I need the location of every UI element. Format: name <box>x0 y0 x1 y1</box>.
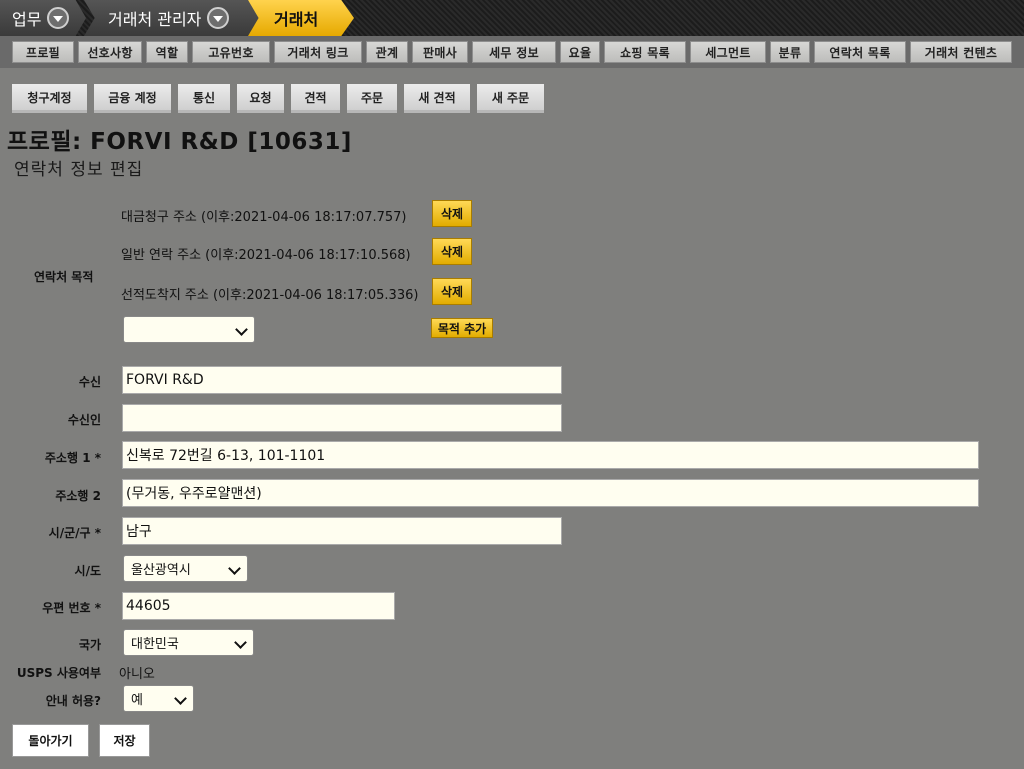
city-input[interactable]: 남구 <box>122 517 562 545</box>
purpose-item-billing: 대금청구 주소 (이후:2021-04-06 18:17:07.757) <box>121 210 407 225</box>
address2-label: 주소행 2 <box>55 489 101 503</box>
tab-party-content[interactable]: 거래처 컨텐츠 <box>910 41 1012 63</box>
purpose-item-general: 일반 연락 주소 (이후:2021-04-06 18:17:10.568) <box>121 248 411 263</box>
chevron-down-icon <box>235 323 248 336</box>
state-select-value: 울산광역시 <box>131 563 191 578</box>
city-label: 시/군/구 * <box>48 526 101 540</box>
allow-solicitation-value: 예 <box>131 693 143 708</box>
purpose-select[interactable] <box>123 316 255 343</box>
chevron-down-icon[interactable] <box>47 7 70 29</box>
allow-solicitation-select[interactable]: 예 <box>123 685 194 712</box>
chevron-down-icon <box>228 562 241 575</box>
delete-purpose-button[interactable]: 삭제 <box>432 238 472 265</box>
financial-account-button[interactable]: 금융 계정 <box>94 84 171 113</box>
tab-rates[interactable]: 요율 <box>560 41 600 63</box>
tab-profile[interactable]: 프로필 <box>12 41 74 63</box>
tab-relationships[interactable]: 관계 <box>366 41 408 63</box>
breadcrumb-item-business[interactable]: 업무 <box>0 0 86 36</box>
tab-tax-info[interactable]: 세무 정보 <box>472 41 556 63</box>
tab-classification[interactable]: 분류 <box>770 41 810 63</box>
delete-purpose-button[interactable]: 삭제 <box>432 200 472 227</box>
country-select[interactable]: 대한민국 <box>123 629 254 656</box>
page-subtitle: 연락처 정보 편집 <box>14 160 144 180</box>
tab-shopping-list[interactable]: 쇼핑 목록 <box>604 41 686 63</box>
billing-account-button[interactable]: 청구계정 <box>12 84 87 113</box>
tab-roles[interactable]: 역할 <box>146 41 188 63</box>
new-quote-button[interactable]: 새 견적 <box>404 84 470 113</box>
tab-vendor[interactable]: 판매사 <box>412 41 468 63</box>
delete-purpose-button[interactable]: 삭제 <box>432 278 472 305</box>
chevron-down-icon[interactable] <box>207 7 230 29</box>
requests-button[interactable]: 요청 <box>237 84 284 113</box>
tab-identification[interactable]: 고유번호 <box>192 41 270 63</box>
breadcrumb-item-current[interactable]: 거래처 <box>248 0 354 36</box>
tab-contact-list[interactable]: 연락처 목록 <box>814 41 906 63</box>
add-purpose-button[interactable]: 목적 추가 <box>431 318 493 338</box>
quotes-button[interactable]: 견적 <box>291 84 340 113</box>
address2-input[interactable]: (무거동, 우주로얄맨션) <box>122 479 979 507</box>
chevron-down-icon <box>234 636 247 649</box>
to-name-input[interactable]: FORVI R&D <box>122 366 562 394</box>
chevron-down-icon <box>174 692 187 705</box>
postal-code-input[interactable]: 44605 <box>122 592 395 620</box>
breadcrumb: 업무 거래처 관리자 거래처 <box>0 0 1024 36</box>
breadcrumb-item-manager[interactable]: 거래처 관리자 <box>84 0 262 36</box>
tab-segment[interactable]: 세그먼트 <box>690 41 766 63</box>
postal-code-label: 우편 번호 * <box>42 601 101 615</box>
purpose-item-shipping: 선적도착지 주소 (이후:2021-04-06 18:17:05.336) <box>121 288 419 303</box>
address1-input[interactable]: 신복로 72번길 6-13, 101-1101 <box>122 441 979 469</box>
state-label: 시/도 <box>74 564 101 578</box>
back-button[interactable]: 돌아가기 <box>12 724 89 757</box>
to-name-label: 수신 <box>78 375 101 389</box>
attn-name-input[interactable] <box>122 404 562 432</box>
breadcrumb-label: 업무 <box>12 10 42 29</box>
address1-label: 주소행 1 * <box>44 451 101 465</box>
allow-solicitation-label: 안내 허용? <box>45 694 101 708</box>
country-select-value: 대한민국 <box>131 637 179 652</box>
page-title: 프로필: FORVI R&D [10631] <box>7 129 352 155</box>
communication-button[interactable]: 통신 <box>178 84 230 113</box>
save-button[interactable]: 저장 <box>99 724 150 757</box>
state-select[interactable]: 울산광역시 <box>123 555 248 582</box>
purpose-label: 연락처 목적 <box>34 270 94 284</box>
tab-party-link[interactable]: 거래처 링크 <box>274 41 362 63</box>
country-label: 국가 <box>78 638 101 652</box>
breadcrumb-label: 거래처 관리자 <box>108 10 202 29</box>
tab-preferences[interactable]: 선호사항 <box>78 41 142 63</box>
usps-label: USPS 사용여부 <box>16 666 101 680</box>
usps-value: 아니오 <box>119 667 155 682</box>
orders-button[interactable]: 주문 <box>347 84 397 113</box>
attn-name-label: 수신인 <box>67 413 101 427</box>
breadcrumb-label: 거래처 <box>274 10 319 29</box>
new-order-button[interactable]: 새 주문 <box>477 84 544 113</box>
